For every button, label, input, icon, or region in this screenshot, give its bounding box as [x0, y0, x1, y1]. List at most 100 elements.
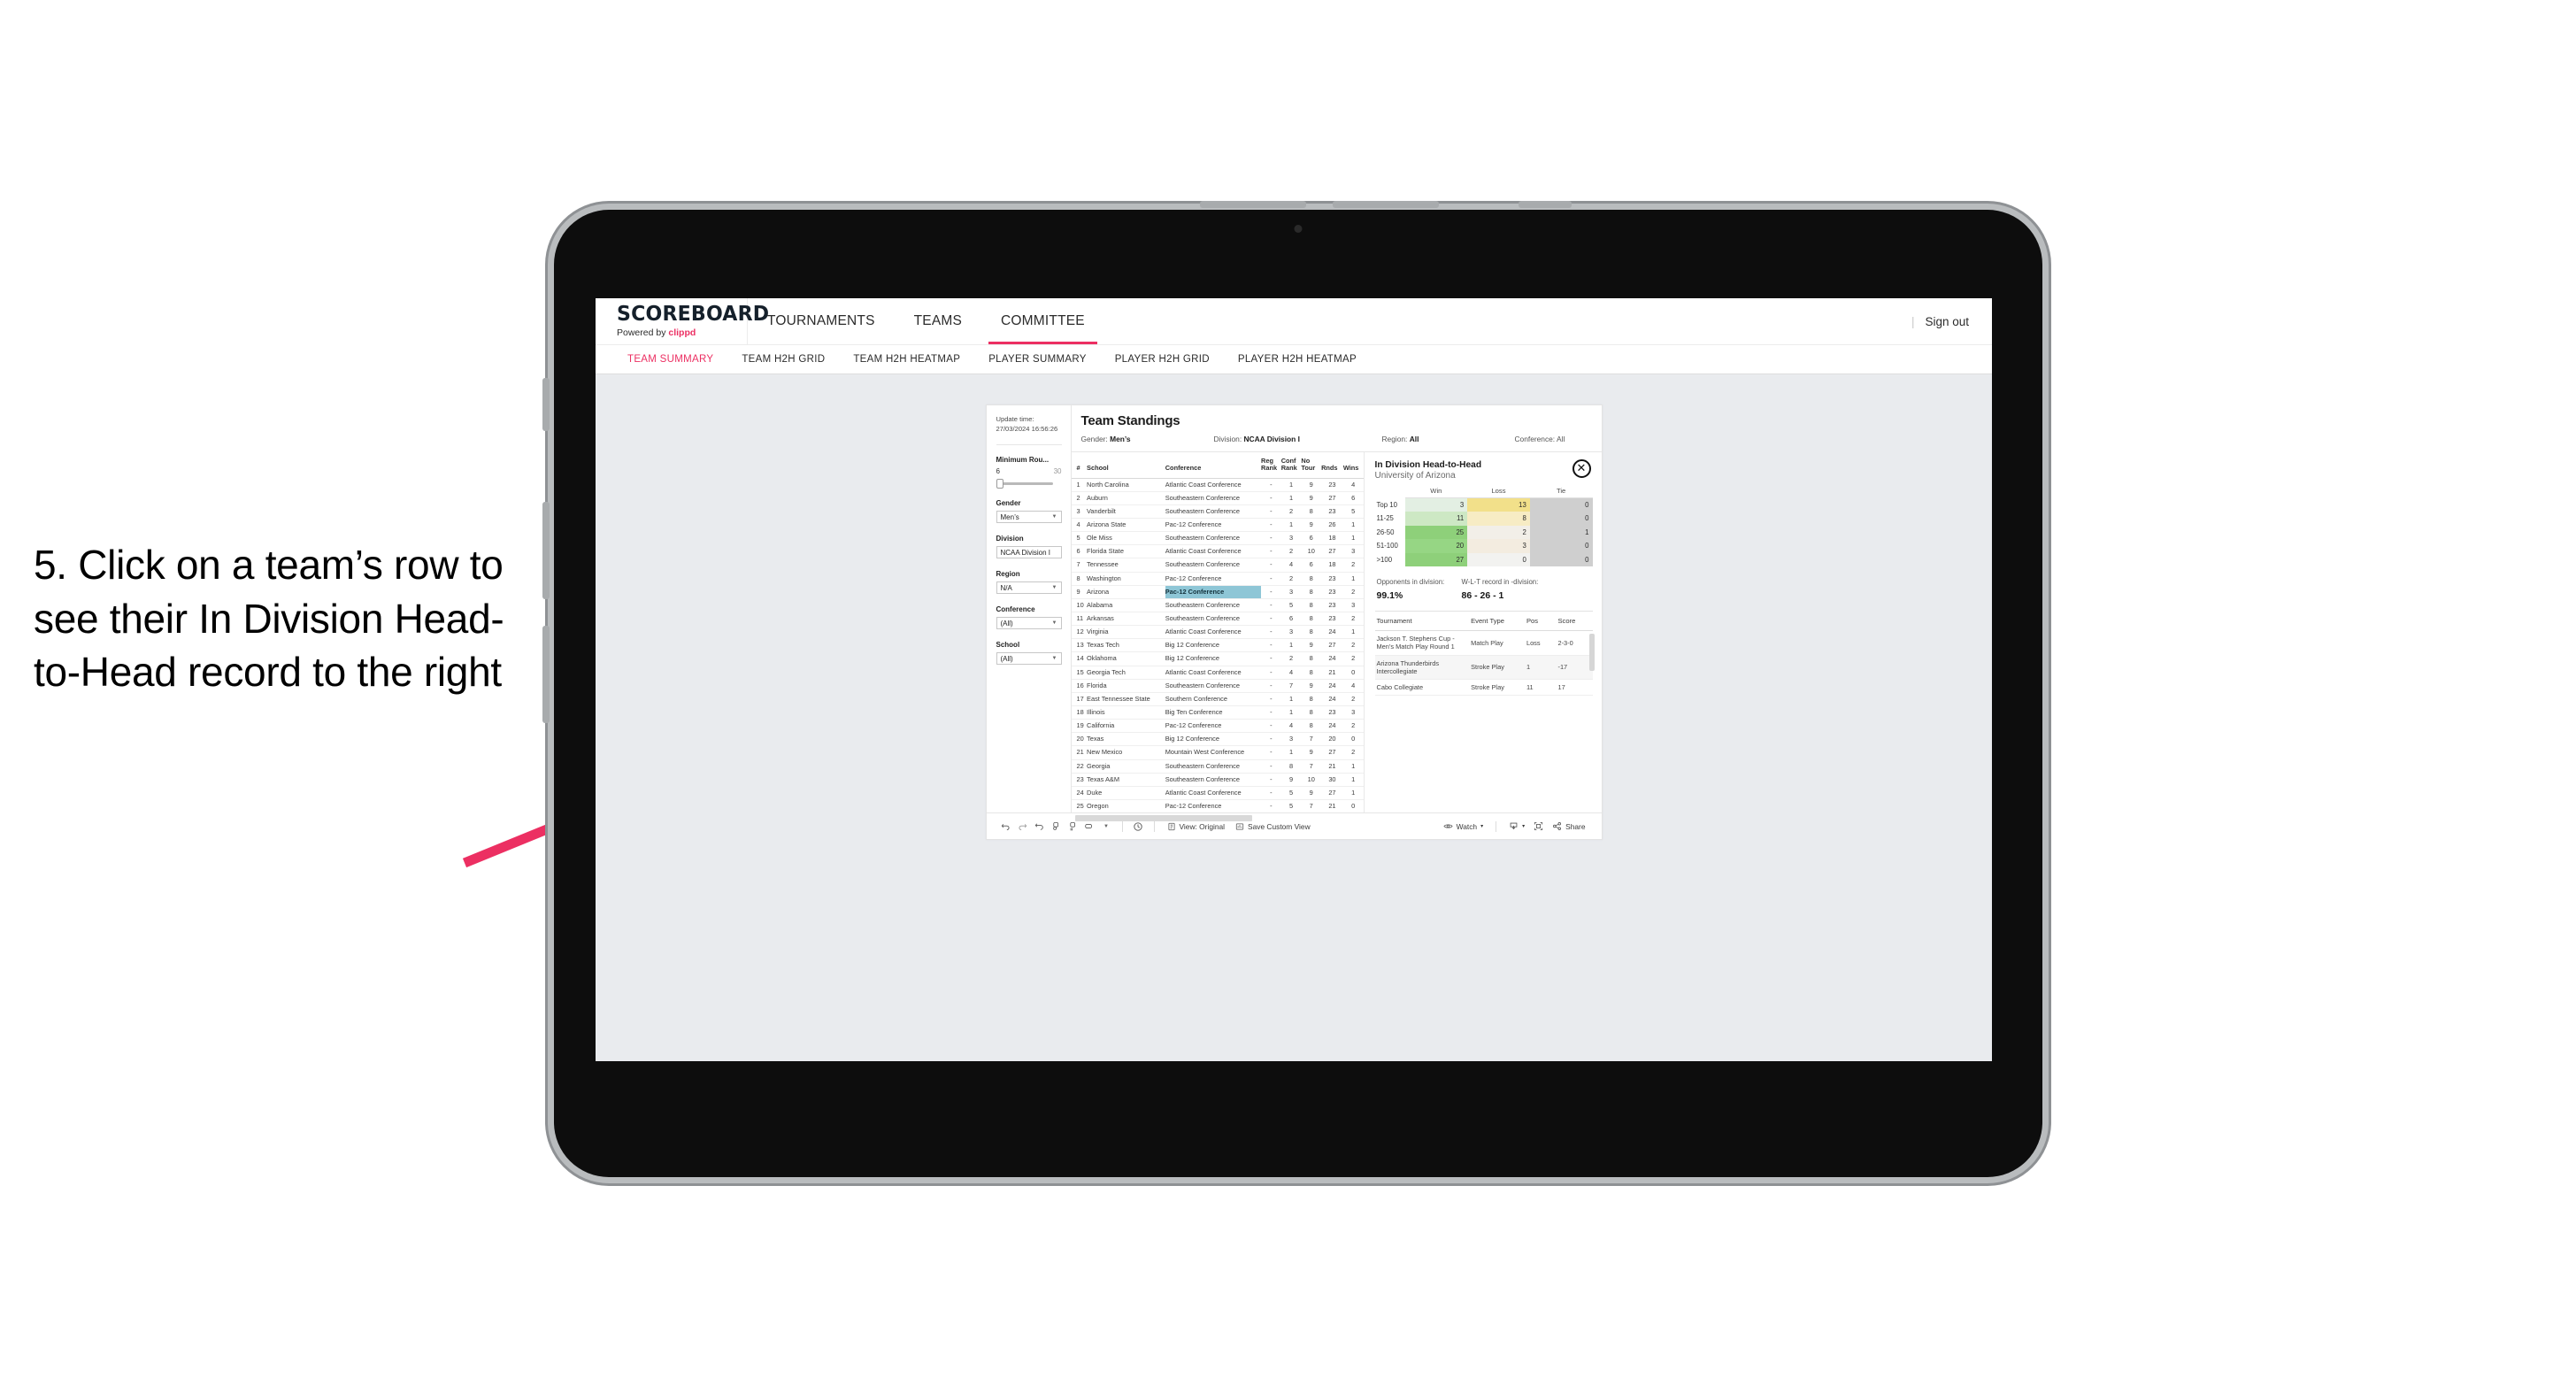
col-tournament[interactable]: Tournament [1374, 612, 1470, 631]
table-row[interactable]: 22 Georgia Southeastern Conference -8 7 21 1 [1071, 759, 1364, 774]
chevron-down-icon: ▾ [1480, 824, 1484, 829]
table-row[interactable]: 12 Virginia Atlantic Coast Conference -3 8 24… [1071, 625, 1364, 640]
table-row[interactable]: 14 Oklahoma Big 12 Conference -2 8 24 2 [1071, 651, 1364, 666]
view-icon [1167, 822, 1176, 831]
signout-link[interactable]: Sign out [1925, 315, 1969, 328]
cell-rank: 12 [1071, 625, 1088, 640]
tab-team-h2h-grid[interactable]: TEAM H2H GRID [727, 354, 839, 365]
cell-conf-rank: 2 [1280, 572, 1302, 586]
save-custom-view-button[interactable]: Save Custom View [1230, 822, 1316, 831]
conference-select[interactable]: (All) ▼ [996, 617, 1062, 629]
close-icon[interactable]: ✕ [1572, 459, 1591, 478]
nav-committee[interactable]: COMMITTEE [981, 298, 1104, 344]
table-row[interactable]: 23 Texas A&M Southeastern Conference -9 10 30… [1071, 773, 1364, 787]
cell-no-tour: 8 [1301, 504, 1322, 519]
table-row[interactable]: 17 East Tennessee State Southern Conferenc… [1071, 692, 1364, 706]
cell-rounds: 23 [1321, 598, 1343, 612]
school-value: (All) [1000, 654, 1013, 663]
table-row[interactable]: 7 Tennessee Southeastern Conference -4 6 18 2 [1071, 558, 1364, 573]
col-reg-rank[interactable]: Reg Rank [1261, 452, 1281, 479]
refresh-data-icon[interactable] [1048, 818, 1065, 835]
cell-reg-rank: - [1261, 612, 1281, 627]
table-row[interactable]: 6 Florida State Atlantic Coast Conference -… [1071, 544, 1364, 559]
table-row[interactable]: 21 New Mexico Mountain West Conference -1 9 2… [1071, 745, 1364, 760]
col-school[interactable]: School [1087, 452, 1165, 479]
col-conference[interactable]: Conference [1165, 452, 1261, 479]
table-row[interactable]: 19 California Pac-12 Conference -4 8 24 2 [1071, 719, 1364, 734]
watch-button[interactable]: Watch ▾ [1438, 821, 1488, 831]
tab-player-h2h-heatmap[interactable]: PLAYER H2H HEATMAP [1224, 354, 1371, 365]
cell-wins: 0 [1342, 732, 1364, 747]
tournament-row[interactable]: Jackson T. Stephens Cup - Men’s Match Pl… [1374, 630, 1593, 656]
table-row[interactable]: 11 Arkansas Southeastern Conference -6 8 23 2 [1071, 612, 1364, 627]
tab-team-summary[interactable]: TEAM SUMMARY [613, 354, 727, 365]
table-row[interactable]: 25 Oregon Pac-12 Conference -5 7 21 0 [1071, 799, 1364, 814]
cell-rounds: 23 [1321, 585, 1343, 599]
primary-nav: TOURNAMENTS TEAMS COMMITTEE [748, 298, 1104, 344]
col-wins[interactable]: Wins [1342, 452, 1364, 479]
meta-gender-key: Gender: [1080, 435, 1108, 443]
app-logo[interactable]: SCOREBOARD Powered by clippd [596, 298, 769, 344]
table-row[interactable]: 16 Florida Southeastern Conference -7 9 24 4 [1071, 679, 1364, 693]
table-row[interactable]: 20 Texas Big 12 Conference -3 7 20 0 [1071, 732, 1364, 747]
table-row[interactable]: 13 Texas Tech Big 12 Conference -1 9 27 2 [1071, 638, 1364, 653]
revert-icon[interactable] [1031, 818, 1048, 835]
filter-conference: Conference (All) ▼ [996, 605, 1062, 629]
tab-player-summary[interactable]: PLAYER SUMMARY [974, 354, 1101, 365]
gender-select[interactable]: Men’s ▼ [996, 511, 1062, 523]
chevron-down-icon: ▾ [1522, 824, 1526, 829]
tournament-row[interactable]: Cabo Collegiate Stroke Play 11 17 [1374, 679, 1593, 697]
col-no-tour[interactable]: No Tour [1301, 452, 1322, 479]
table-row[interactable]: 9 Arizona Pac-12 Conference -3 8 23 2 [1071, 585, 1364, 599]
undo-icon[interactable] [997, 818, 1014, 835]
table-row[interactable]: 10 Alabama Southeastern Conference -5 8 23 3 [1071, 598, 1364, 612]
slider-handle[interactable] [996, 479, 1003, 489]
school-select[interactable]: (All) ▼ [996, 652, 1062, 665]
tab-player-h2h-grid[interactable]: PLAYER H2H GRID [1101, 354, 1224, 365]
cell-reg-rank: - [1261, 478, 1281, 492]
col-event-type[interactable]: Event Type [1469, 612, 1525, 631]
cell-wins: 2 [1342, 692, 1364, 706]
redo-icon[interactable] [1014, 818, 1031, 835]
cell-conference: Atlantic Coast Conference [1165, 478, 1261, 492]
tournaments-head: Tournament Event Type Pos Score [1374, 612, 1593, 631]
col-conf-rank[interactable]: Conf Rank [1280, 452, 1302, 479]
table-row[interactable]: 2 Auburn Southeastern Conference -1 9 27 6 [1071, 491, 1364, 505]
nav-tournaments[interactable]: TOURNAMENTS [748, 298, 895, 344]
col-score[interactable]: Score [1556, 612, 1593, 631]
table-row[interactable]: 4 Arizona State Pac-12 Conference -1 9 26 1 [1071, 518, 1364, 533]
table-row[interactable]: 8 Washington Pac-12 Conference -2 8 23 1 [1071, 572, 1364, 586]
tournament-row[interactable]: Arizona Thunderbirds Intercollegiate Stro… [1374, 655, 1593, 680]
tournaments-vscrollbar[interactable] [1588, 634, 1595, 671]
col-pos[interactable]: Pos [1524, 612, 1557, 631]
division-select[interactable]: NCAA Division I [996, 546, 1062, 558]
share-button[interactable]: Share [1547, 821, 1590, 831]
nav-teams[interactable]: TEAMS [895, 298, 981, 344]
filter-division: Division NCAA Division I [996, 535, 1062, 558]
h2h-subtitle: University of Arizona [1374, 471, 1456, 481]
tab-team-h2h-heatmap[interactable]: TEAM H2H HEATMAP [839, 354, 974, 365]
fullscreen-icon[interactable] [1530, 818, 1547, 835]
table-row[interactable]: 5 Ole Miss Southeastern Conference -3 6 18 1 [1071, 531, 1364, 546]
min-rounds-values: 6 30 [996, 467, 1062, 475]
meta-region: Region: All [1382, 435, 1515, 443]
table-row[interactable]: 15 Georgia Tech Atlantic Coast Conference -… [1071, 666, 1364, 680]
filters-divider [996, 444, 1062, 445]
standings-hscroll-thumb[interactable] [1074, 815, 1252, 822]
table-row[interactable]: 1 North Carolina Atlantic Coast Conference… [1071, 478, 1364, 492]
table-row[interactable]: 3 Vanderbilt Southeastern Conference -2 8 23 5 [1071, 504, 1364, 519]
download-button[interactable]: ▾ [1503, 821, 1530, 831]
col-rounds[interactable]: Rnds [1321, 452, 1343, 479]
table-row[interactable]: 18 Illinois Big Ten Conference -1 8 23 3 [1071, 705, 1364, 720]
view-original-button[interactable]: View: Original [1162, 822, 1231, 831]
tournaments-table: Tournament Event Type Pos Score Jackson … [1374, 612, 1593, 697]
cell-wins: 1 [1342, 531, 1364, 546]
cell-score: 17 [1556, 679, 1593, 697]
cell-rounds: 27 [1321, 745, 1343, 760]
min-rounds-slider[interactable] [996, 479, 1062, 489]
cell-conference: Pac-12 Conference [1165, 585, 1261, 599]
col-rank[interactable]: # [1071, 452, 1088, 479]
region-select[interactable]: N/A ▼ [996, 581, 1062, 594]
cell-reg-rank: - [1261, 558, 1281, 573]
table-row[interactable]: 24 Duke Atlantic Coast Conference -5 9 27 1 [1071, 786, 1364, 800]
